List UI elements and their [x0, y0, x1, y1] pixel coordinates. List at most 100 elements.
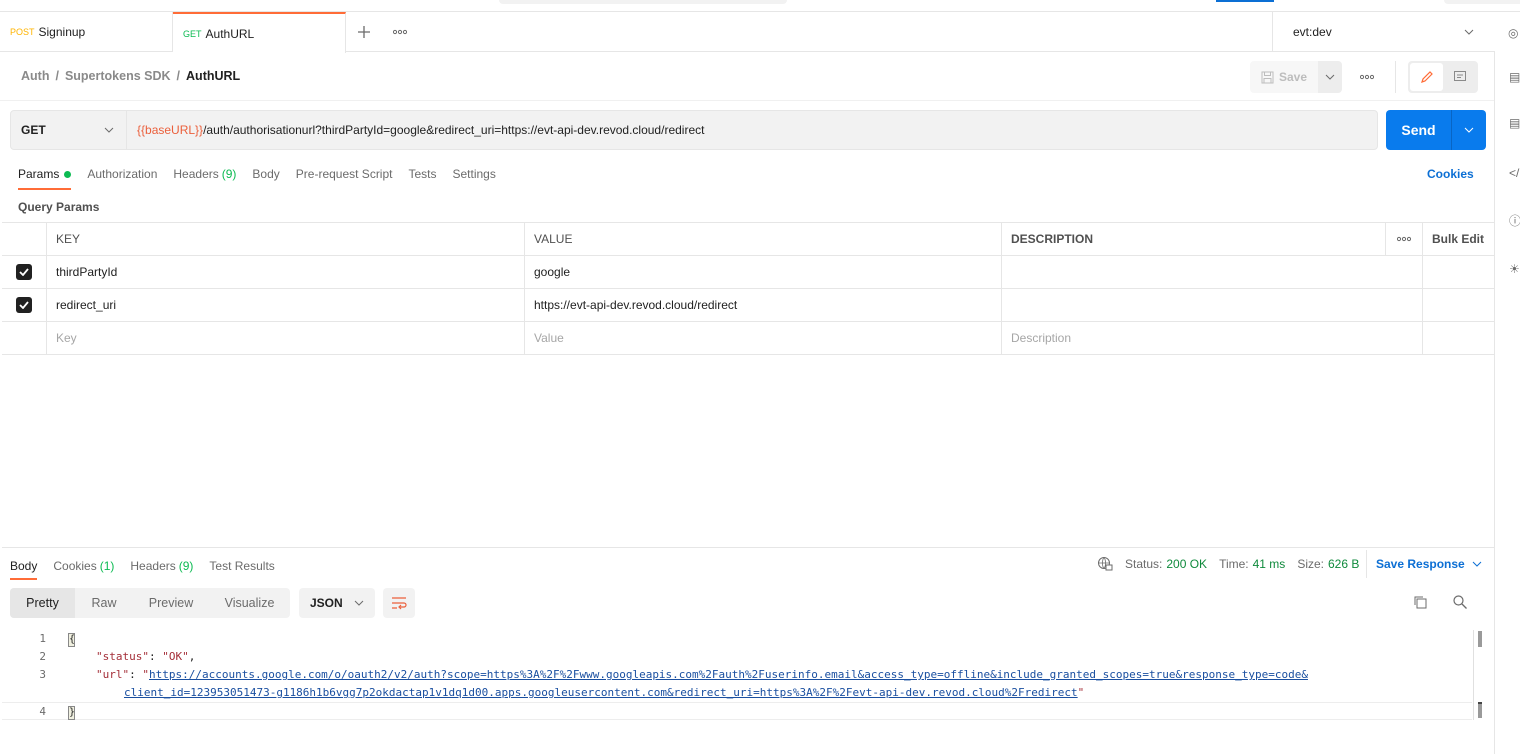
comment-mode-button[interactable]: [1443, 63, 1476, 91]
view-pretty[interactable]: Pretty: [10, 588, 75, 618]
status-readout[interactable]: Status: 200 OK: [1125, 557, 1207, 571]
editor-scrollbar[interactable]: [1473, 630, 1485, 720]
code-icon[interactable]: </: [1509, 166, 1520, 180]
view-raw[interactable]: Raw: [75, 588, 133, 618]
response-pane-divider[interactable]: [2, 547, 1494, 548]
tab-authurl[interactable]: GET AuthURL: [173, 12, 346, 53]
edit-mode-button[interactable]: [1410, 63, 1443, 91]
view-preview[interactable]: Preview: [133, 588, 209, 618]
more-icon: [393, 29, 407, 35]
comment-icon: [1453, 71, 1466, 81]
comments-icon[interactable]: ▤: [1509, 116, 1520, 130]
top-accent-button[interactable]: [1216, 0, 1274, 2]
cookies-link[interactable]: Cookies: [1427, 167, 1474, 181]
send-options-button[interactable]: [1452, 110, 1486, 150]
param-description[interactable]: [1002, 289, 1423, 321]
column-options-button[interactable]: [1386, 223, 1423, 255]
save-options-button[interactable]: [1318, 61, 1342, 93]
new-value-input[interactable]: Value: [525, 322, 1002, 354]
scroll-thumb[interactable]: [1478, 702, 1482, 718]
breadcrumb-collection[interactable]: Auth: [21, 69, 49, 83]
save-response-button[interactable]: Save Response: [1366, 550, 1482, 578]
brace-open: {: [68, 633, 76, 647]
view-visualize[interactable]: Visualize: [209, 588, 290, 618]
check-icon: [19, 268, 29, 276]
environment-value: evt:dev: [1293, 25, 1332, 39]
new-tab-button[interactable]: [346, 12, 382, 52]
global-search-bar[interactable]: [499, 0, 787, 4]
tab-label: Tests: [408, 167, 437, 181]
info-icon[interactable]: ⓘ: [1509, 214, 1520, 228]
request-more-button[interactable]: [1352, 69, 1382, 83]
param-value[interactable]: google: [525, 256, 1002, 288]
brace-close: }: [68, 706, 76, 720]
tab-signinup[interactable]: POST Signinup: [0, 12, 173, 52]
tab-body[interactable]: Body: [252, 158, 279, 190]
new-key-input[interactable]: Key: [47, 322, 525, 354]
param-description[interactable]: [1002, 256, 1423, 288]
tab-response-body[interactable]: Body: [10, 552, 38, 580]
tab-label: Headers: [173, 167, 219, 181]
url-bar: GET {{baseURL}}/auth/authorisationurl?th…: [10, 110, 1378, 150]
tab-test-results[interactable]: Test Results: [209, 552, 274, 580]
tab-response-cookies[interactable]: Cookies (1): [53, 552, 114, 580]
save-button[interactable]: Save: [1250, 61, 1318, 93]
request-tabs-bar: POST Signinup GET AuthURL: [0, 12, 1495, 53]
tab-label: Settings: [452, 167, 496, 181]
tab-label: Body: [252, 167, 280, 181]
param-value[interactable]: https://evt-api-dev.revod.cloud/redirect: [525, 289, 1002, 321]
method-badge: POST: [10, 27, 35, 37]
environment-quick-look-icon[interactable]: ◎: [1508, 26, 1518, 40]
scroll-thumb[interactable]: [1478, 631, 1482, 647]
response-body-editor[interactable]: 1 { 2 "status": "OK", 3 "url": "https://…: [2, 630, 1472, 720]
lightbulb-icon[interactable]: ☀: [1509, 262, 1520, 276]
row-checkbox[interactable]: [16, 297, 32, 313]
save-icon: [1261, 71, 1274, 83]
wrap-lines-button[interactable]: [383, 588, 415, 618]
send-button[interactable]: Send: [1386, 110, 1452, 150]
tab-pre-request-script[interactable]: Pre-request Script: [296, 158, 393, 190]
tab-authorization[interactable]: Authorization: [87, 158, 157, 190]
line-number: 3: [39, 668, 46, 681]
json-string: "OK": [162, 650, 189, 663]
size-readout[interactable]: Size: 626 B: [1297, 557, 1359, 571]
chevron-down-icon: [1325, 74, 1335, 80]
param-key[interactable]: thirdPartyId: [47, 256, 525, 288]
tab-settings[interactable]: Settings: [453, 158, 496, 190]
breadcrumb-folder[interactable]: Supertokens SDK: [65, 69, 171, 83]
tab-response-headers[interactable]: Headers (9): [130, 552, 193, 580]
environment-select[interactable]: evt:dev: [1272, 12, 1494, 52]
format-select[interactable]: JSON: [299, 588, 375, 618]
table-row-empty: Key Value Description: [2, 322, 1494, 355]
tab-params[interactable]: Params: [18, 158, 72, 190]
method-select[interactable]: GET: [11, 111, 127, 149]
search-button[interactable]: [1452, 594, 1472, 614]
time-readout[interactable]: Time: 41 ms: [1219, 557, 1285, 571]
json-key: "url": [96, 668, 130, 681]
tab-tests[interactable]: Tests: [408, 158, 436, 190]
top-right-control[interactable]: [1444, 0, 1520, 4]
header-checkbox-cell: [2, 223, 47, 255]
request-section-tabs: Params Authorization Headers (9) Body Pre…: [18, 158, 512, 190]
line-number: 2: [39, 650, 46, 663]
url-input[interactable]: {{baseURL}}/auth/authorisationurl?thirdP…: [127, 111, 1377, 149]
code-line: 4 }: [2, 702, 1472, 720]
mode-toggle: [1408, 61, 1478, 93]
bulk-edit-button[interactable]: Bulk Edit: [1423, 223, 1494, 255]
code-text: client_id=123953051473-g1186h1b6vgg7p2ok…: [124, 686, 1085, 699]
copy-icon: [1414, 596, 1427, 609]
param-key[interactable]: redirect_uri: [47, 289, 525, 321]
pencil-icon: [1420, 71, 1433, 83]
copy-button[interactable]: [1412, 594, 1432, 614]
globe-lock-icon[interactable]: [1097, 556, 1113, 572]
json-url-link-continued[interactable]: client_id=123953051473-g1186h1b6vgg7p2ok…: [124, 686, 1078, 699]
tab-count: (9): [178, 559, 194, 573]
documentation-icon[interactable]: ▤: [1509, 70, 1520, 84]
row-checkbox[interactable]: [16, 264, 32, 280]
breadcrumb-current[interactable]: AuthURL: [186, 69, 240, 83]
tab-headers[interactable]: Headers (9): [173, 158, 236, 190]
json-url-link[interactable]: https://accounts.google.com/o/oauth2/v2/…: [149, 668, 1308, 681]
chevron-down-icon: [1464, 29, 1474, 35]
tabs-more-button[interactable]: [382, 12, 418, 52]
new-description-input[interactable]: Description: [1002, 322, 1423, 354]
